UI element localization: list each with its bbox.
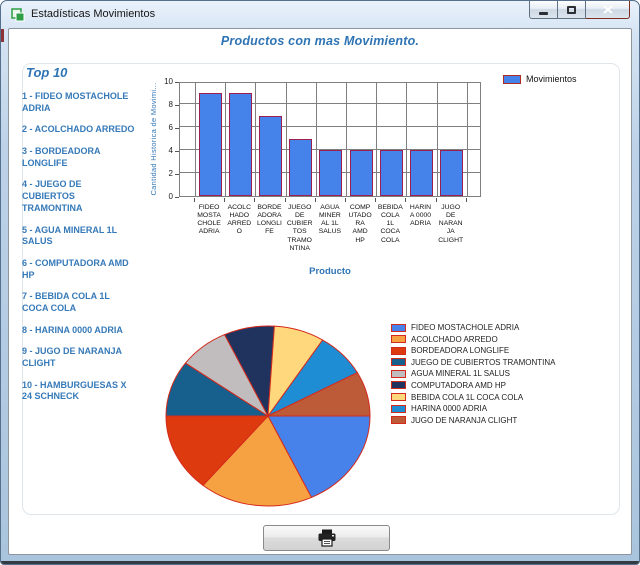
list-item: 4 - JUEGO DE CUBIERTOS TRAMONTINA [22, 179, 136, 214]
legend-item: HARINA 0000 ADRIA [391, 404, 555, 413]
minimize-icon [539, 12, 548, 15]
list-item: 5 - AGUA MINERAL 1L SALUS [22, 225, 136, 248]
page-title: Productos con mas Movimiento. [9, 34, 631, 48]
bar [259, 116, 282, 197]
legend-swatch [391, 416, 406, 424]
bar-legend: Movimientos [503, 74, 577, 84]
legend-label: ACOLCHADO ARREDO [411, 335, 498, 344]
pie-chart [160, 320, 376, 512]
maximize-icon [567, 6, 576, 14]
legend-item: AGUA MINERAL 1L SALUS [391, 369, 555, 378]
legend-item: COMPUTADORA AMD HP [391, 381, 555, 390]
list-item: 3 - BORDEADORA LONGLIFE [22, 146, 136, 169]
legend-label: HARINA 0000 ADRIA [411, 404, 487, 413]
legend-label: AGUA MINERAL 1L SALUS [411, 369, 510, 378]
app-window: Estadísticas Movimientos Productos con m… [0, 0, 640, 565]
close-icon [603, 5, 613, 14]
list-item: 2 - ACOLCHADO ARREDO [22, 124, 136, 136]
bar-plot [179, 82, 481, 197]
legend-item: BORDEADORA LONGLIFE [391, 346, 555, 355]
bar [289, 139, 312, 197]
legend-item: BEBIDA COLA 1L COCA COLA [391, 393, 555, 402]
bar-legend-label: Movimientos [526, 74, 577, 84]
bar-x-axis-label: Producto [179, 266, 481, 277]
close-button[interactable] [586, 1, 630, 19]
legend-swatch [391, 358, 406, 366]
legend-swatch [391, 381, 406, 389]
bar [199, 93, 222, 197]
title-bar[interactable]: Estadísticas Movimientos [1, 1, 639, 28]
legend-item: ACOLCHADO ARREDO [391, 335, 555, 344]
content-panel: Productos con mas Movimiento. Top 10 1 -… [8, 28, 632, 555]
legend-item: JUEGO DE CUBIERTOS TRAMONTINA [391, 358, 555, 367]
legend-label: JUGO DE NARANJA CLIGHT [411, 416, 517, 425]
legend-swatch [391, 393, 406, 401]
legend-item: JUGO DE NARANJA CLIGHT [391, 416, 555, 425]
bar [440, 150, 463, 196]
legend-swatch [391, 405, 406, 413]
legend-label: COMPUTADORA AMD HP [411, 381, 506, 390]
top10-list: 1 - FIDEO MOSTACHOLE ADRIA 2 - ACOLCHADO … [22, 91, 136, 413]
printer-icon [316, 529, 338, 547]
legend-swatch [391, 335, 406, 343]
top10-heading: Top 10 [26, 65, 67, 80]
legend-label: FIDEO MOSTACHOLE ADRIA [411, 323, 519, 332]
app-icon [11, 8, 25, 22]
screen-artifact [1, 29, 4, 42]
maximize-button[interactable] [558, 1, 586, 19]
list-item: 8 - HARINA 0000 ADRIA [22, 325, 136, 337]
legend-swatch [391, 324, 406, 332]
list-item: 1 - FIDEO MOSTACHOLE ADRIA [22, 91, 136, 114]
print-button[interactable] [263, 525, 390, 551]
bar [229, 93, 252, 197]
legend-label: BORDEADORA LONGLIFE [411, 346, 509, 355]
minimize-button[interactable] [529, 1, 558, 19]
list-item: 10 - HAMBURGUESAS X 24 SCHNECK [22, 380, 136, 403]
bar [410, 150, 433, 196]
bar [380, 150, 403, 196]
list-item: 7 - BEBIDA COLA 1L COCA COLA [22, 291, 136, 314]
bar [319, 150, 342, 196]
caption-buttons [529, 1, 630, 19]
list-item: 6 - COMPUTADORA AMD HP [22, 258, 136, 281]
legend-item: FIDEO MOSTACHOLE ADRIA [391, 323, 555, 332]
bar [350, 150, 373, 196]
window-title: Estadísticas Movimientos [31, 8, 155, 22]
pie-legend: FIDEO MOSTACHOLE ADRIA ACOLCHADO ARREDO BO… [391, 323, 555, 427]
legend-label: JUEGO DE CUBIERTOS TRAMONTINA [411, 358, 555, 367]
bar-legend-swatch [503, 75, 521, 84]
bar-y-axis-label: Cantidad Historica de Movimi... [149, 81, 158, 197]
legend-label: BEBIDA COLA 1L COCA COLA [411, 393, 523, 402]
legend-swatch [391, 370, 406, 378]
list-item: 9 - JUGO DE NARANJA CLIGHT [22, 346, 136, 369]
legend-swatch [391, 347, 406, 355]
